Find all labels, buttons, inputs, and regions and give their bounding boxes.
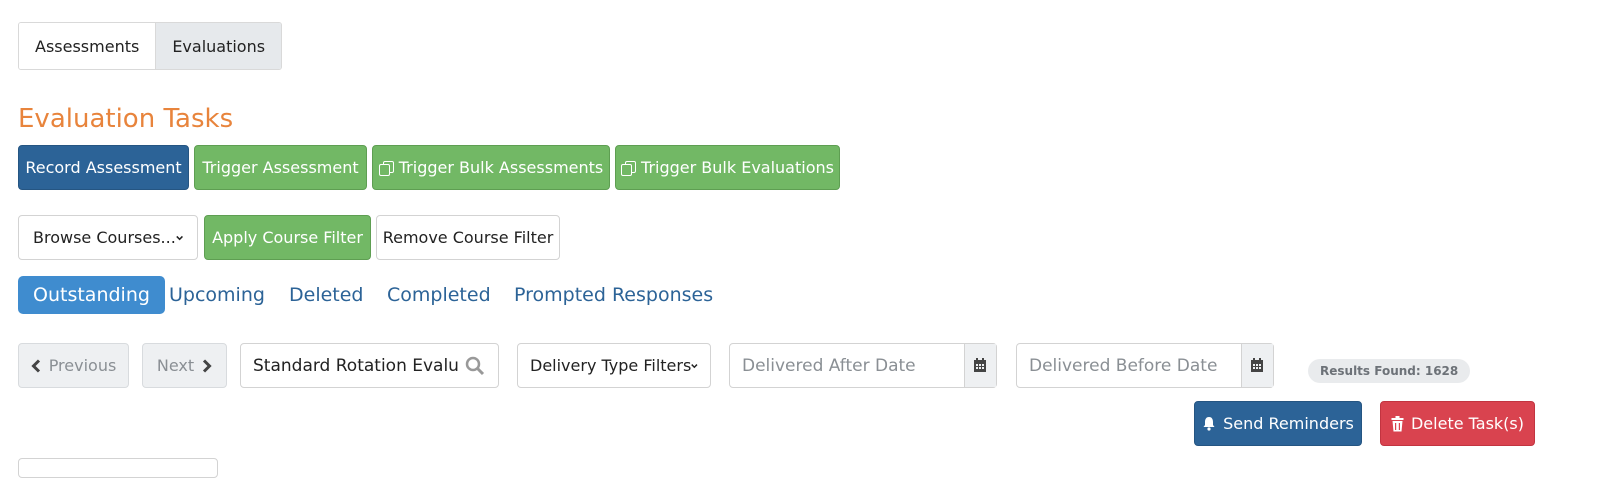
results-count-badge: Results Found: 1628 bbox=[1308, 359, 1471, 383]
delivered-before-date-input[interactable] bbox=[1017, 355, 1241, 376]
delete-tasks-label: Delete Task(s) bbox=[1410, 414, 1524, 433]
calendar-icon bbox=[1251, 358, 1264, 372]
delivered-after-date-field bbox=[729, 343, 997, 388]
chevron-down-icon bbox=[691, 363, 698, 368]
record-assessment-button[interactable]: Record Assessment bbox=[18, 145, 189, 190]
browse-courses-label: Browse Courses... bbox=[33, 228, 176, 247]
previous-button[interactable]: Previous bbox=[18, 343, 129, 388]
trigger-bulk-evaluations-button[interactable]: Trigger Bulk Evaluations bbox=[615, 145, 840, 190]
remove-course-filter-button[interactable]: Remove Course Filter bbox=[376, 215, 560, 260]
browse-courses-dropdown[interactable]: Browse Courses... bbox=[18, 215, 198, 260]
tab-completed[interactable]: Completed bbox=[387, 276, 491, 314]
calendar-button[interactable] bbox=[963, 344, 996, 387]
table-controls-partial bbox=[18, 458, 218, 478]
tab-assessments[interactable]: Assessments bbox=[19, 23, 156, 69]
previous-label: Previous bbox=[48, 356, 117, 375]
bell-icon bbox=[1203, 417, 1215, 431]
tab-evaluations[interactable]: Evaluations bbox=[155, 23, 282, 69]
search-field bbox=[240, 343, 499, 388]
delivered-before-date-field bbox=[1016, 343, 1274, 388]
trigger-bulk-evaluations-label: Trigger Bulk Evaluations bbox=[641, 158, 834, 177]
copy-icon bbox=[378, 160, 394, 176]
view-tabs: Assessments Evaluations bbox=[18, 22, 283, 70]
trigger-bulk-assessments-label: Trigger Bulk Assessments bbox=[398, 158, 604, 177]
trigger-bulk-assessments-button[interactable]: Trigger Bulk Assessments bbox=[372, 145, 610, 190]
calendar-button[interactable] bbox=[1240, 344, 1273, 387]
tab-prompted-responses[interactable]: Prompted Responses bbox=[514, 276, 713, 314]
send-reminders-button[interactable]: Send Reminders bbox=[1194, 401, 1362, 446]
chevron-left-icon bbox=[31, 358, 40, 373]
chevron-right-icon bbox=[203, 358, 212, 373]
trigger-assessment-button[interactable]: Trigger Assessment bbox=[194, 145, 367, 190]
record-assessment-label: Record Assessment bbox=[25, 158, 182, 177]
delivered-after-date-input[interactable] bbox=[730, 355, 964, 376]
page-title: Evaluation Tasks bbox=[18, 104, 234, 134]
search-icon bbox=[465, 356, 485, 375]
remove-course-filter-label: Remove Course Filter bbox=[382, 228, 554, 247]
next-label: Next bbox=[156, 356, 195, 375]
trash-icon bbox=[1391, 415, 1404, 431]
copy-icon bbox=[621, 160, 637, 176]
tab-outstanding[interactable]: Outstanding bbox=[18, 276, 165, 314]
delivery-type-filter-label: Delivery Type Filters bbox=[530, 356, 692, 375]
apply-course-filter-button[interactable]: Apply Course Filter bbox=[204, 215, 371, 260]
chevron-down-icon bbox=[176, 235, 183, 240]
trigger-assessment-label: Trigger Assessment bbox=[202, 158, 359, 177]
delete-tasks-button[interactable]: Delete Task(s) bbox=[1380, 401, 1535, 446]
next-button[interactable]: Next bbox=[142, 343, 227, 388]
delivery-type-filter-dropdown[interactable]: Delivery Type Filters bbox=[517, 343, 711, 388]
tab-upcoming[interactable]: Upcoming bbox=[169, 276, 265, 314]
calendar-icon bbox=[974, 358, 987, 372]
tab-deleted[interactable]: Deleted bbox=[289, 276, 364, 314]
send-reminders-label: Send Reminders bbox=[1223, 414, 1354, 433]
apply-course-filter-label: Apply Course Filter bbox=[212, 228, 363, 247]
search-input[interactable] bbox=[241, 355, 464, 376]
